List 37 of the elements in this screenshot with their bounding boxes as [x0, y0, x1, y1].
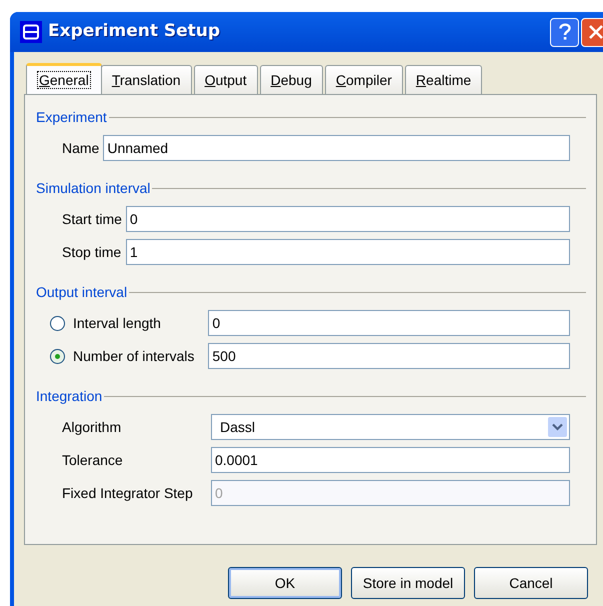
- dialog-button[interactable]: OK: [228, 567, 342, 599]
- question-mark-icon: [558, 23, 572, 41]
- input-field[interactable]: 1: [126, 239, 570, 265]
- radio-label: Interval length: [73, 314, 161, 333]
- field-label: Fixed Integrator Step: [62, 484, 194, 503]
- group-title: Integration: [36, 387, 102, 406]
- close-button[interactable]: [581, 18, 603, 46]
- group-title: Experiment: [36, 108, 107, 127]
- radio-label: Number of intervals: [73, 346, 194, 366]
- window-title: Experiment Setup: [48, 20, 220, 44]
- tab[interactable]: Realtime: [404, 65, 482, 94]
- field-label: Start time: [62, 210, 122, 228]
- input-field[interactable]: 0.0001: [211, 447, 570, 473]
- window-icon: [20, 21, 42, 43]
- field-label: Stop time: [62, 242, 122, 262]
- close-icon: [588, 24, 603, 40]
- chevron-down-icon: [548, 417, 567, 437]
- dialog-button[interactable]: Store in model: [351, 567, 465, 599]
- tab[interactable]: Translation: [100, 65, 192, 94]
- field-label: Name: [62, 138, 100, 158]
- help-button[interactable]: [550, 18, 579, 46]
- input-field[interactable]: 500: [208, 343, 570, 369]
- field-label: Tolerance: [62, 450, 124, 470]
- dialog-button[interactable]: Cancel: [474, 567, 588, 599]
- input-field[interactable]: Unnamed: [103, 135, 570, 161]
- field-label: Algorithm: [62, 418, 122, 437]
- input-field[interactable]: 0: [126, 206, 570, 232]
- tab[interactable]: General: [26, 63, 102, 94]
- radio-button[interactable]: [50, 316, 65, 330]
- input-field[interactable]: 0: [208, 310, 570, 336]
- algorithm-dropdown[interactable]: Dassl: [211, 414, 570, 440]
- radio-button[interactable]: [50, 348, 65, 364]
- group-title: Simulation interval: [36, 179, 150, 198]
- tab[interactable]: Compiler: [324, 65, 403, 94]
- group-title: Output interval: [36, 283, 128, 302]
- tab[interactable]: Debug: [260, 65, 323, 94]
- tab[interactable]: Output: [194, 65, 258, 94]
